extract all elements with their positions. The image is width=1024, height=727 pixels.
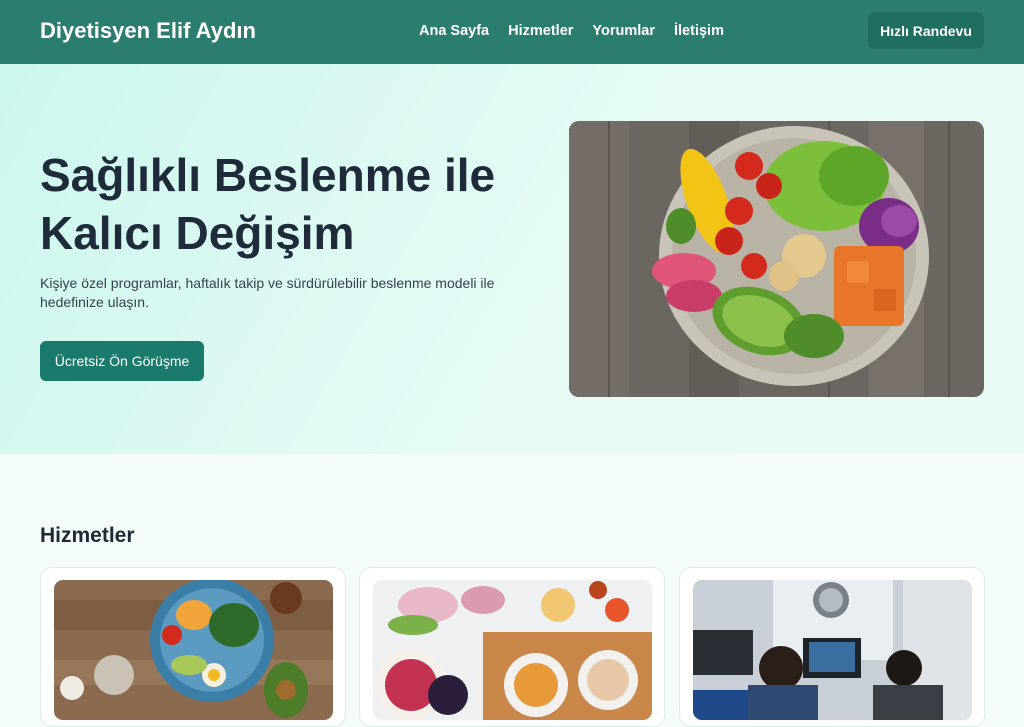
service-card-3[interactable] (679, 567, 985, 727)
service-card-1-food-plate-image (54, 580, 333, 720)
services-section-title: Hizmetler (40, 524, 135, 547)
hero-salad-bowl-image (569, 121, 984, 397)
service-card-3-office-people-image (693, 580, 972, 720)
service-card-2[interactable] (359, 567, 665, 727)
nav-link-services[interactable]: Hizmetler (508, 23, 573, 39)
hero-section: Sağlıklı Beslenme ile Kalıcı Değişim Kiş… (0, 64, 1024, 454)
service-card-1[interactable] (40, 567, 346, 727)
brand-logo[interactable]: Diyetisyen Elif Aydın (40, 18, 256, 44)
quick-appointment-button[interactable]: Hızlı Randevu (868, 12, 984, 49)
service-card-2-breakfast-table-image (373, 580, 652, 720)
top-navbar: Diyetisyen Elif Aydın Ana Sayfa Hizmetle… (0, 0, 1024, 64)
main-menu: Ana Sayfa Hizmetler Yorumlar İletişim (419, 23, 724, 39)
hero-title: Sağlıklı Beslenme ile Kalıcı Değişim (40, 149, 496, 259)
nav-link-reviews[interactable]: Yorumlar (592, 23, 655, 39)
hero-subtitle: Kişiye özel programlar, haftalık takip v… (40, 275, 495, 310)
nav-link-contact[interactable]: İletişim (674, 23, 724, 39)
free-consultation-button[interactable]: Ücretsiz Ön Görüşme (40, 341, 204, 381)
nav-link-home[interactable]: Ana Sayfa (419, 23, 489, 39)
